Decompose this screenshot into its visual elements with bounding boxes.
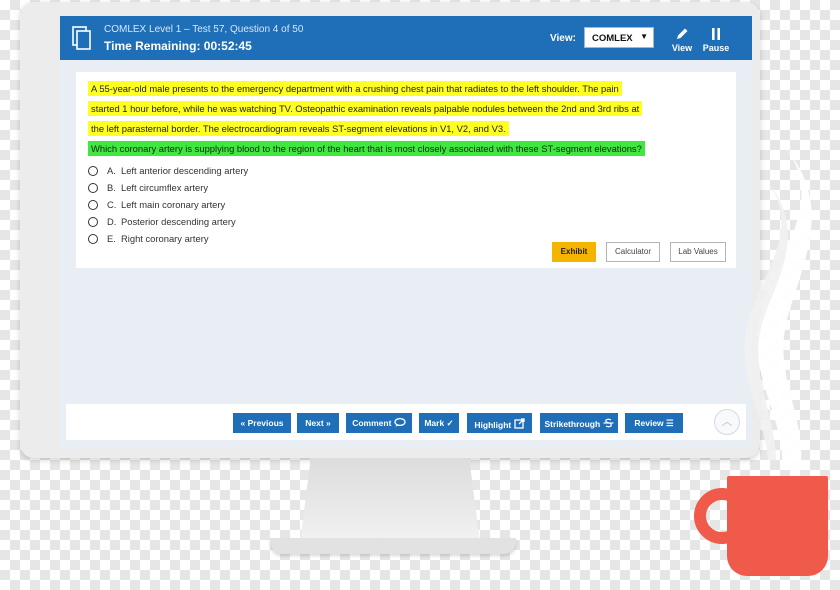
mark-button[interactable]: Mark ✓ [419, 413, 459, 433]
strikethrough-button-label: Strikethrough [544, 419, 601, 429]
steam-illustration [744, 140, 812, 470]
strikethrough-icon [603, 418, 614, 428]
comment-button-label: Comment [352, 418, 392, 428]
document-icon [72, 26, 91, 50]
comment-button[interactable]: Comment [346, 413, 412, 433]
review-button[interactable]: Review ☰ [625, 413, 683, 433]
radio-button[interactable] [88, 233, 98, 244]
choice-text[interactable]: Left anterior descending artery [121, 165, 248, 176]
choice-text[interactable]: Left main coronary artery [121, 199, 225, 210]
exam-header: COMLEX Level 1 – Test 57, Question 4 of … [60, 16, 752, 60]
view-button-label: View [671, 43, 693, 53]
next-button[interactable]: Next » [297, 413, 339, 433]
question-panel: A 55-year-old male presents to the emerg… [76, 72, 736, 268]
external-edit-icon [513, 418, 525, 429]
strikethrough-button[interactable]: Strikethrough [540, 413, 618, 433]
question-prompt[interactable]: Which coronary artery is supplying blood… [88, 141, 645, 156]
view-button[interactable]: View [664, 26, 700, 53]
stem-line[interactable]: A 55-year-old male presents to the emerg… [88, 81, 622, 96]
pause-button[interactable]: Pause [698, 26, 734, 53]
answer-choices: A. Left anterior descending artery B. Le… [88, 162, 248, 247]
answer-choice-b[interactable]: B. Left circumflex artery [88, 179, 248, 196]
choice-letter: A. [107, 165, 116, 176]
stem-line[interactable]: the left parasternal border. The electro… [88, 121, 509, 136]
view-label: View: [550, 33, 576, 44]
test-progress-text: COMLEX Level 1 – Test 57, Question 4 of … [104, 24, 304, 35]
choice-letter: D. [107, 216, 117, 227]
monitor-frame: COMLEX Level 1 – Test 57, Question 4 of … [20, 2, 760, 458]
choice-letter: B. [107, 182, 116, 193]
previous-button[interactable]: « Previous [233, 413, 291, 433]
question-stem[interactable]: A 55-year-old male presents to the emerg… [88, 79, 728, 159]
monitor-stand-base [270, 538, 516, 554]
exam-screen: COMLEX Level 1 – Test 57, Question 4 of … [60, 16, 752, 450]
pause-icon [712, 28, 720, 40]
footer-nav: « Previous Next » Comment Mark ✓ Highlig… [66, 404, 746, 440]
answer-choice-c[interactable]: C. Left main coronary artery [88, 196, 248, 213]
radio-button[interactable] [88, 216, 98, 227]
choice-letter: C. [107, 199, 117, 210]
radio-button[interactable] [88, 199, 98, 210]
pause-button-label: Pause [702, 43, 730, 53]
answer-choice-a[interactable]: A. Left anterior descending artery [88, 162, 248, 179]
view-select-value: COMLEX [592, 33, 633, 44]
answer-choice-d[interactable]: D. Posterior descending artery [88, 213, 248, 230]
chevron-down-icon: ▼ [640, 32, 648, 41]
pencil-icon [677, 28, 688, 39]
radio-button[interactable] [88, 165, 98, 176]
choice-letter: E. [107, 233, 116, 244]
choice-text[interactable]: Left circumflex artery [121, 182, 208, 193]
highlight-button-label: Highlight [474, 420, 512, 430]
comment-icon [394, 417, 406, 427]
monitor-stand [300, 458, 480, 542]
choice-text[interactable]: Posterior descending artery [121, 216, 236, 227]
highlight-button[interactable]: Highlight [467, 413, 532, 433]
exhibit-button[interactable]: Exhibit [552, 242, 596, 262]
view-select[interactable]: COMLEX ▼ [584, 27, 654, 48]
stem-line[interactable]: started 1 hour before, while he was watc… [88, 101, 643, 116]
calculator-button[interactable]: Calculator [606, 242, 660, 262]
answer-choice-e[interactable]: E. Right coronary artery [88, 230, 248, 247]
time-remaining: Time Remaining: 00:52:45 [104, 39, 252, 53]
coffee-mug [727, 476, 828, 576]
choice-text[interactable]: Right coronary artery [121, 233, 209, 244]
radio-button[interactable] [88, 182, 98, 193]
